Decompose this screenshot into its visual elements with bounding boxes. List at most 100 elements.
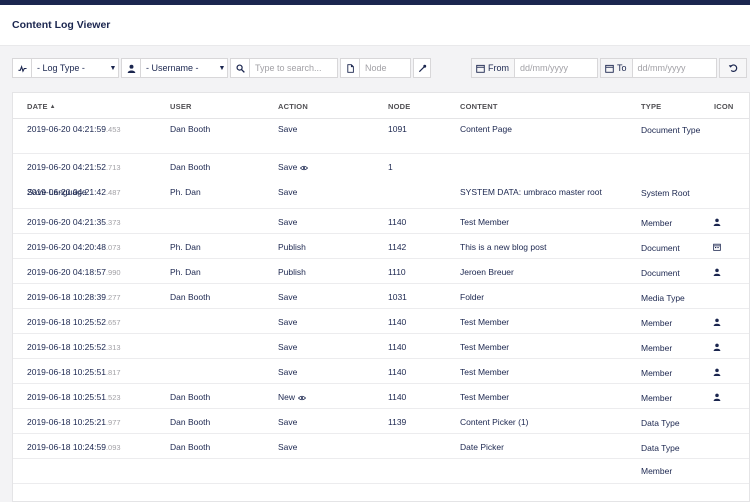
cell-action: Publish xyxy=(278,267,306,277)
action-value: Save xyxy=(278,124,298,134)
date-milliseconds: .713 xyxy=(105,163,121,172)
table-row[interactable]: Member xyxy=(13,459,749,484)
table-row[interactable]: 2019-06-20 04:21:42.487 Ph. Dan Save SYSTEM… xyxy=(13,179,749,209)
cell-type: Media Type xyxy=(641,293,685,303)
search-input[interactable]: Type to search... xyxy=(230,58,338,78)
cell-action: Save xyxy=(278,417,297,427)
eye-icon[interactable] xyxy=(297,393,307,403)
cell-content: Test Member xyxy=(460,367,510,377)
cell-type: Data Type xyxy=(641,443,680,453)
table-row[interactable]: 2019-06-18 10:25:52.657 Save 1140 Test Memb… xyxy=(13,309,749,334)
cell-type: Member xyxy=(641,466,673,476)
user-icon xyxy=(713,268,721,278)
page-title: Content Log Viewer xyxy=(12,19,111,31)
cell-type: Document Type xyxy=(641,125,701,135)
table-row[interactable]: 2019-06-18 10:28:39.277 Dan Booth Save 1031… xyxy=(13,284,749,309)
date-value: 2019-06-18 10:25:21 xyxy=(27,417,106,427)
user-icon xyxy=(713,343,721,353)
undo-icon xyxy=(728,64,738,72)
cell-date: 2019-06-20 04:21:59.453 xyxy=(27,124,121,134)
date-milliseconds: .990 xyxy=(105,268,121,277)
cell-user: Ph. Dan xyxy=(170,267,201,277)
cell-user: Dan Booth xyxy=(170,417,211,427)
cell-type: Member xyxy=(641,318,673,328)
cell-content: Test Member xyxy=(460,317,510,327)
cell-date: 2019-06-20 04:20:48.073 xyxy=(27,242,121,252)
cell-user: Ph. Dan xyxy=(170,242,201,252)
node-picker-button[interactable] xyxy=(413,58,431,78)
cell-node: 1140 xyxy=(388,367,407,377)
date-value: 2019-06-18 10:25:52 xyxy=(27,317,106,327)
log-type-select[interactable]: - Log Type - ▼ xyxy=(12,58,119,78)
date-value: 2019-06-20 04:21:52 xyxy=(27,162,106,172)
cell-content: Content Picker (1) xyxy=(460,417,529,427)
eyedropper-icon xyxy=(414,59,430,77)
date-milliseconds: .073 xyxy=(105,243,121,252)
date-value: 2019-06-20 04:18:57 xyxy=(27,267,106,277)
cell-user: Dan Booth xyxy=(170,392,211,402)
cell-action: Save xyxy=(278,187,297,197)
date-to-field[interactable]: To dd/mm/yyyy xyxy=(600,58,717,78)
cell-type: Document xyxy=(641,268,680,278)
cell-date: 2019-06-18 10:28:39.277 xyxy=(27,292,121,302)
reset-button[interactable] xyxy=(719,58,747,78)
search-icon xyxy=(231,59,250,77)
date-value: 2019-06-20 04:21:59 xyxy=(27,124,106,134)
cell-date: 2019-06-20 04:18:57.990 xyxy=(27,267,121,277)
date-value: 2019-06-20 04:21:42 xyxy=(27,187,106,197)
date-from-field[interactable]: From dd/mm/yyyy xyxy=(471,58,598,78)
action-value: Save xyxy=(278,187,298,197)
cell-content: Test Member xyxy=(460,392,510,402)
table-row[interactable]: 2019-06-18 10:25:52.313 Save 1140 Test Memb… xyxy=(13,334,749,359)
date-milliseconds: .373 xyxy=(105,218,121,227)
date-milliseconds: .277 xyxy=(105,293,121,302)
cell-action: Save xyxy=(278,342,297,352)
table-row[interactable]: 2019-06-18 10:24:59.093 Dan Booth Save Date… xyxy=(13,434,749,459)
node-placeholder: Node xyxy=(365,63,387,73)
table-row[interactable]: 2019-06-20 04:21:59.453 Dan Booth Save 1091… xyxy=(13,118,749,154)
username-select[interactable]: - Username - ▼ xyxy=(121,58,228,78)
cell-node: 1110 xyxy=(388,267,406,277)
table-row[interactable]: 2019-06-18 10:25:21.977 Dan Booth Save 1139… xyxy=(13,409,749,434)
action-value: Save xyxy=(278,292,298,302)
table-row[interactable]: 2019-06-18 10:25:51.523 Dan Booth New 1140 T… xyxy=(13,384,749,409)
action-value: Save xyxy=(278,317,298,327)
date-milliseconds: .523 xyxy=(105,393,121,402)
user-icon xyxy=(713,368,721,378)
cell-action: Save xyxy=(278,367,297,377)
column-header-type: TYPE xyxy=(641,102,662,111)
calendar-icon xyxy=(713,243,721,253)
search-placeholder: Type to search... xyxy=(255,63,322,73)
log-table: DATE ▲ USER ACTION NODE CONTENT TYPE ICON… xyxy=(12,92,750,502)
cell-type: Member xyxy=(641,368,673,378)
node-input[interactable]: Node xyxy=(340,58,411,78)
table-row[interactable]: 2019-06-20 04:21:35.373 Save 1140 Test Memb… xyxy=(13,209,749,234)
table-row[interactable]: 2019-06-18 10:25:51.817 Save 1140 Test Memb… xyxy=(13,359,749,384)
cell-action: Save xyxy=(278,292,297,302)
table-row[interactable]: 2019-06-20 04:18:57.990 Ph. Dan Publish 111… xyxy=(13,259,749,284)
chevron-down-icon: ▼ xyxy=(218,64,226,72)
date-value: 2019-06-20 04:20:48 xyxy=(27,242,106,252)
cell-action: Publish xyxy=(278,242,306,252)
table-row[interactable]: 2019-06-20 04:20:48.073 Ph. Dan Publish 114… xyxy=(13,234,749,259)
user-icon xyxy=(713,393,721,403)
cell-user: Dan Booth xyxy=(170,124,211,134)
cell-date: 2019-06-18 10:25:51.523 xyxy=(27,392,121,402)
log-type-value: - Log Type - xyxy=(37,63,85,73)
table-header: DATE ▲ USER ACTION NODE CONTENT TYPE ICON xyxy=(13,93,749,119)
cell-node: 1140 xyxy=(388,342,407,352)
cell-date: 2019-06-20 04:21:42.487 xyxy=(27,187,121,197)
date-value: 2019-06-18 10:25:51 xyxy=(27,392,106,402)
action-value: Save xyxy=(278,217,298,227)
cell-content: Content Page xyxy=(460,124,512,134)
action-value: Save xyxy=(278,442,298,452)
action-value: Save xyxy=(278,162,298,172)
date-milliseconds: .453 xyxy=(105,125,121,134)
cell-action: Save xyxy=(278,442,297,452)
eye-icon[interactable] xyxy=(300,163,309,173)
cell-type: Data Type xyxy=(641,418,680,428)
header: Content Log Viewer xyxy=(0,5,750,46)
user-icon xyxy=(713,218,721,228)
date-value: 2019-06-20 04:21:35 xyxy=(27,217,106,227)
column-header-date[interactable]: DATE ▲ xyxy=(27,102,56,111)
